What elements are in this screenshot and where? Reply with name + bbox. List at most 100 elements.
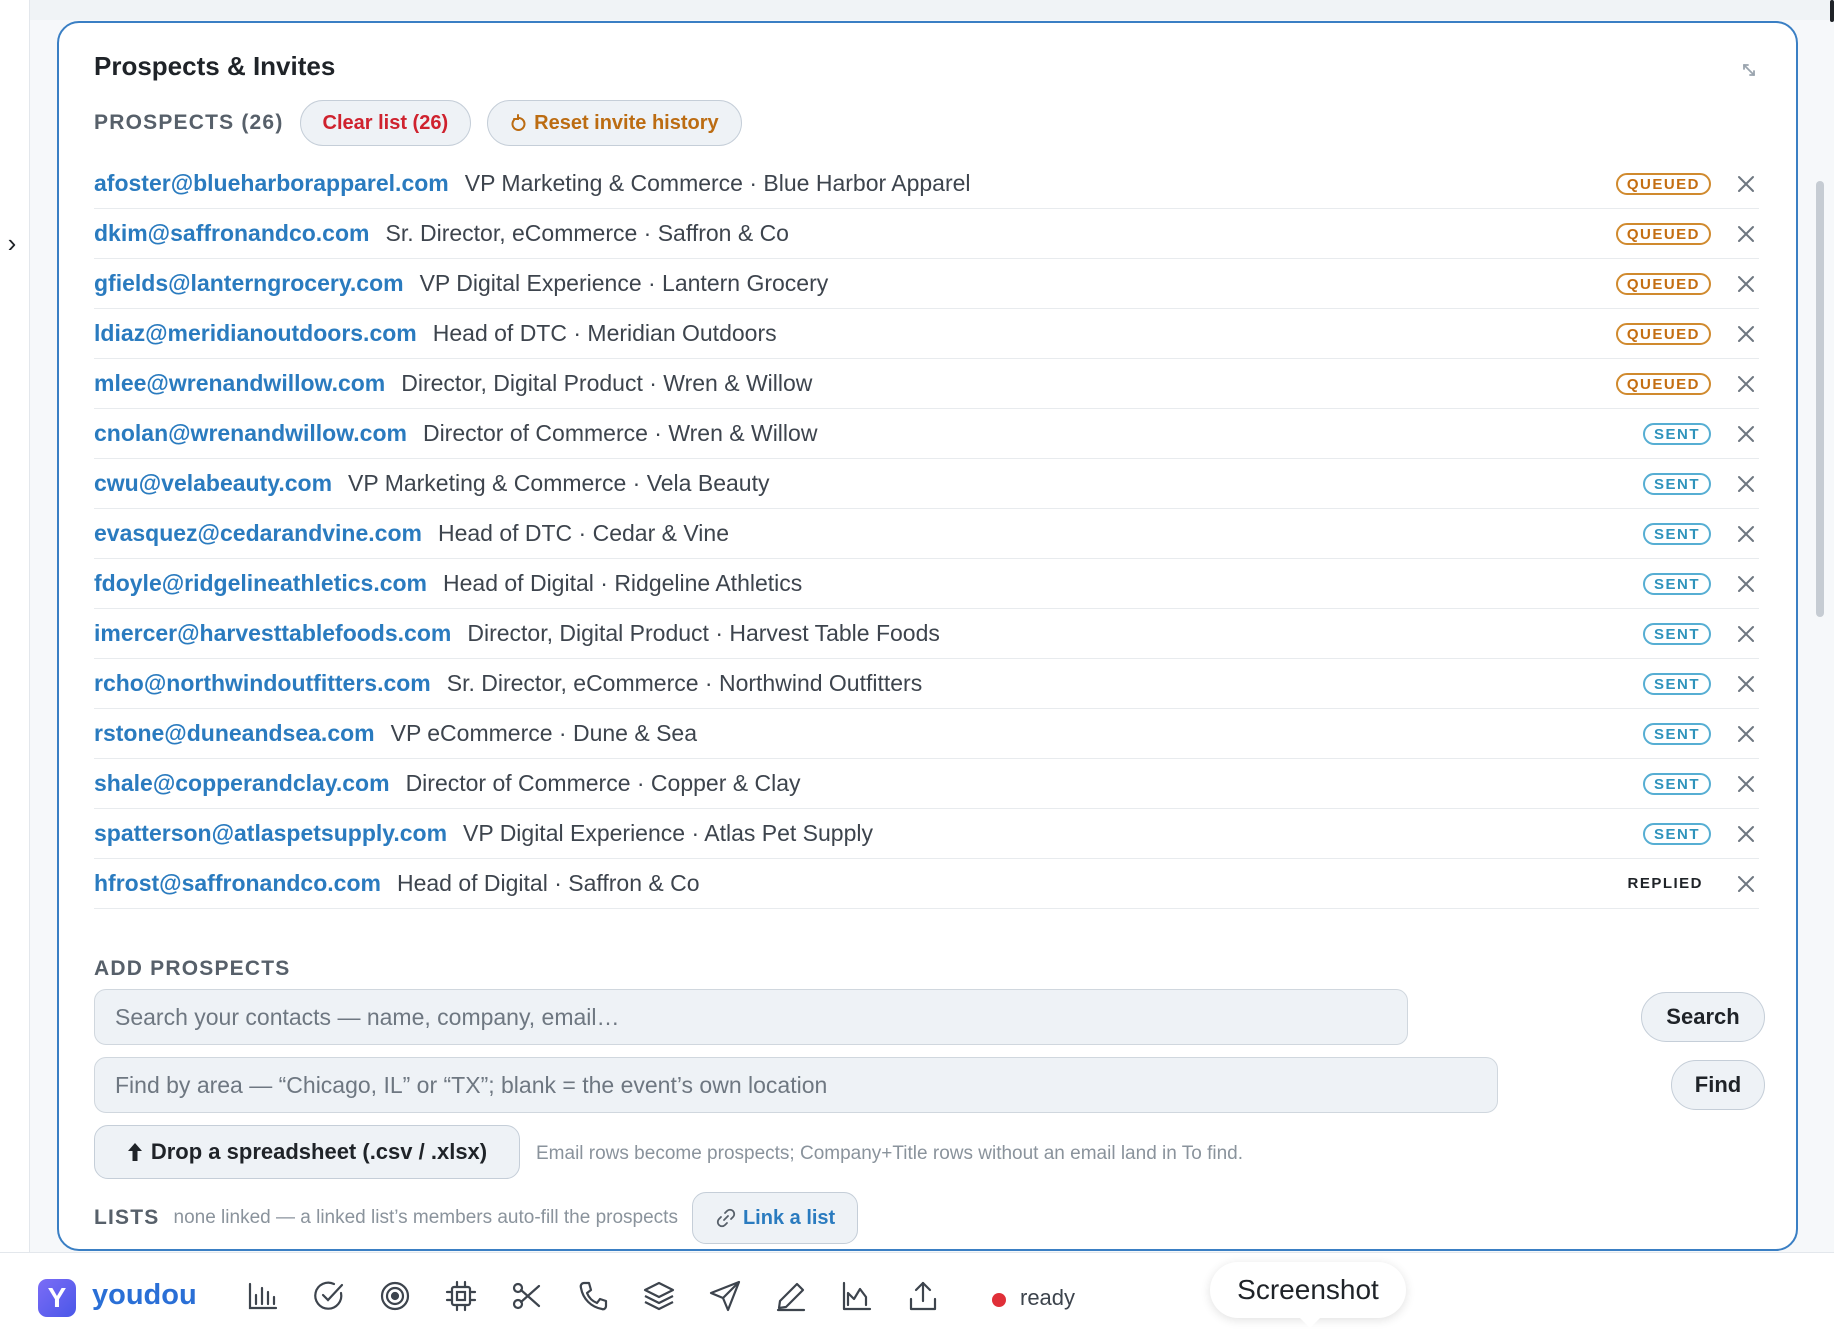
area-search-input[interactable] [94, 1057, 1498, 1113]
prospect-email-link[interactable]: evasquez@cedarandvine.com [94, 520, 422, 547]
status-badge: SENT [1642, 673, 1711, 695]
screenshot-tooltip: Screenshot [1210, 1262, 1406, 1318]
prospect-email-link[interactable]: spatterson@atlaspetsupply.com [94, 820, 447, 847]
brand-logo[interactable]: Y [38, 1279, 76, 1317]
remove-prospect-icon[interactable] [1733, 571, 1759, 597]
remove-prospect-icon[interactable] [1733, 271, 1759, 297]
layers-icon[interactable] [642, 1279, 676, 1313]
prospect-description: VP Marketing & Commerce · Vela Beauty [348, 470, 770, 496]
find-button[interactable]: Find [1671, 1060, 1765, 1110]
phone-icon[interactable] [576, 1279, 610, 1313]
prospect-email-link[interactable]: rcho@northwindoutfitters.com [94, 670, 431, 697]
prospect-description: Sr. Director, eCommerce · Northwind Outf… [446, 670, 923, 696]
prospect-email-link[interactable]: dkim@saffronandco.com [94, 220, 369, 247]
prospect-row: spatterson@atlaspetsupply.com VP Digital … [94, 809, 1759, 859]
remove-prospect-icon[interactable] [1733, 821, 1759, 847]
upload-arrow-icon [127, 1143, 142, 1161]
target-icon[interactable] [378, 1279, 412, 1313]
prospect-email-link[interactable]: cnolan@wrenandwillow.com [94, 420, 407, 447]
pencil-icon[interactable] [774, 1279, 808, 1313]
prospect-row: gfields@lanterngrocery.com VP Digital Exp… [94, 259, 1759, 309]
prospect-email-link[interactable]: cwu@velabeauty.com [94, 470, 332, 497]
remove-prospect-icon[interactable] [1733, 771, 1759, 797]
brand-name[interactable]: youdou [92, 1279, 197, 1312]
reset-invite-history-button[interactable]: Reset invite history [487, 100, 742, 146]
prospect-email-link[interactable]: afoster@blueharborapparel.com [94, 170, 449, 197]
link-a-list-label: Link a list [742, 1206, 836, 1229]
prospect-row: fdoyle@ridgelineathletics.com Head of Dig… [94, 559, 1759, 609]
bar-chart-icon[interactable] [246, 1279, 280, 1313]
area-chart-icon[interactable] [840, 1279, 874, 1313]
status-badge: SENT [1642, 473, 1711, 495]
status-badge: SENT [1642, 573, 1711, 595]
prospect-email-link[interactable]: fdoyle@ridgelineathletics.com [94, 570, 427, 597]
lists-label: LISTS [94, 1206, 160, 1229]
prospect-row: mlee@wrenandwillow.com Director, Digital … [94, 359, 1759, 409]
status-badge: SENT [1642, 723, 1711, 745]
send-icon[interactable] [708, 1279, 742, 1313]
list-scrollbar[interactable] [1816, 181, 1824, 617]
remove-prospect-icon[interactable] [1733, 721, 1759, 747]
remove-prospect-icon[interactable] [1733, 871, 1759, 897]
prospect-email-link[interactable]: ldiaz@meridianoutdoors.com [94, 320, 417, 347]
prospect-row: imercer@harvesttablefoods.com Director, D… [94, 609, 1759, 659]
prospect-email-link[interactable]: hfrost@saffronandco.com [94, 870, 381, 897]
link-a-list-button[interactable]: Link a list [691, 1192, 859, 1244]
status-badge: SENT [1642, 423, 1711, 445]
prospect-description: Director, Digital Product · Wren & Willo… [401, 370, 813, 396]
add-prospects-label: ADD PROSPECTS [94, 957, 291, 980]
lists-hint-text: none linked — a linked list’s members au… [173, 1207, 678, 1228]
remove-prospect-icon[interactable] [1733, 471, 1759, 497]
prospect-description: VP Digital Experience · Atlas Pet Supply [463, 820, 873, 846]
prospects-panel: Prospects & Invites PROSPECTS (26) Clear… [57, 21, 1824, 1251]
drop-spreadsheet-button[interactable]: Drop a spreadsheet (.csv / .xlsx) [94, 1125, 520, 1179]
remove-prospect-icon[interactable] [1733, 371, 1759, 397]
contact-search-input[interactable] [94, 989, 1408, 1045]
collapse-icon[interactable] [1738, 59, 1760, 81]
reset-invite-history-label: Reset invite history [534, 111, 719, 134]
scissors-icon[interactable] [510, 1279, 544, 1313]
upload-icon[interactable] [906, 1279, 940, 1313]
prospect-row: cnolan@wrenandwillow.com Director of Comm… [94, 409, 1759, 459]
prospect-email-link[interactable]: mlee@wrenandwillow.com [94, 370, 385, 397]
prospect-row: hfrost@saffronandco.com Head of Digital ·… [94, 859, 1759, 909]
prospect-description: Director of Commerce · Wren & Willow [422, 420, 818, 446]
panel-title: Prospects & Invites [94, 51, 336, 81]
remove-prospect-icon[interactable] [1733, 171, 1759, 197]
prospect-email-link[interactable]: gfields@lanterngrocery.com [94, 270, 404, 297]
drop-spreadsheet-label: Drop a spreadsheet (.csv / .xlsx) [150, 1139, 488, 1164]
status-badge: QUEUED [1615, 373, 1711, 395]
remove-prospect-icon[interactable] [1733, 421, 1759, 447]
remove-prospect-icon[interactable] [1733, 621, 1759, 647]
prospect-email-link[interactable]: shale@copperandclay.com [94, 770, 390, 797]
remove-prospect-icon[interactable] [1733, 321, 1759, 347]
prospect-description: Sr. Director, eCommerce · Saffron & Co [385, 220, 789, 246]
clear-list-button[interactable]: Clear list (26) [299, 100, 472, 146]
remove-prospect-icon[interactable] [1733, 671, 1759, 697]
left-rail: › [0, 0, 30, 1252]
search-button[interactable]: Search [1641, 992, 1765, 1042]
prospect-list: afoster@blueharborapparel.com VP Marketin… [94, 159, 1759, 929]
prospect-description: VP Digital Experience · Lantern Grocery [419, 270, 829, 296]
prospect-row: dkim@saffronandco.com Sr. Director, eComm… [94, 209, 1759, 259]
prospect-row: rstone@duneandsea.com VP eCommerce · Dune… [94, 709, 1759, 759]
prospect-row: evasquez@cedarandvine.com Head of DTC · C… [94, 509, 1759, 559]
window-edge-marker [1830, 0, 1834, 22]
drop-hint-text: Email rows become prospects; Company+Tit… [536, 1143, 1244, 1164]
prospect-row: ldiaz@meridianoutdoors.com Head of DTC · … [94, 309, 1759, 359]
prospect-email-link[interactable]: imercer@harvesttablefoods.com [94, 620, 451, 647]
reset-icon [511, 114, 526, 131]
prospect-email-link[interactable]: rstone@duneandsea.com [94, 720, 375, 747]
prospect-description: Director of Commerce · Copper & Clay [405, 770, 801, 796]
chip-icon[interactable] [444, 1279, 478, 1313]
remove-prospect-icon[interactable] [1733, 221, 1759, 247]
expand-sidebar-chevron-icon[interactable]: › [2, 228, 22, 258]
status-badge: SENT [1642, 773, 1711, 795]
check-circle-icon[interactable] [312, 1279, 346, 1313]
top-strip [30, 0, 1834, 20]
prospect-description: Head of Digital · Saffron & Co [396, 870, 700, 896]
remove-prospect-icon[interactable] [1733, 521, 1759, 547]
prospect-row: cwu@velabeauty.com VP Marketing & Commerc… [94, 459, 1759, 509]
prospect-row: rcho@northwindoutfitters.com Sr. Director… [94, 659, 1759, 709]
status-badge: QUEUED [1615, 223, 1711, 245]
